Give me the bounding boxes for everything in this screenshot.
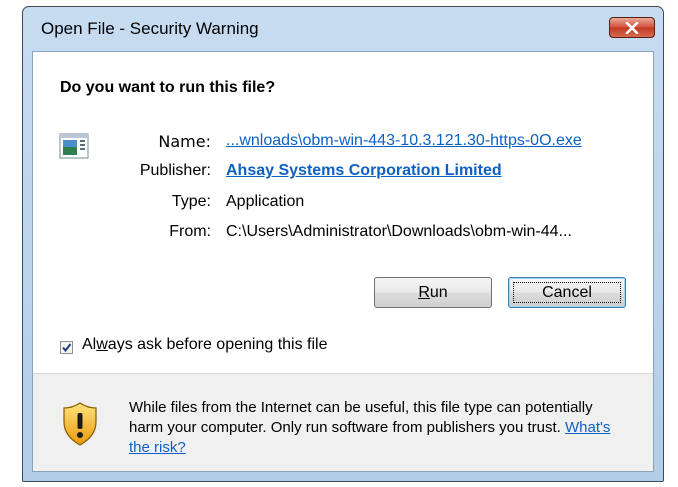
window-title: Open File - Security Warning: [41, 19, 259, 38]
close-icon: [625, 22, 639, 34]
from-value: C:\Users\Administrator\Downloads\obm-win…: [226, 223, 572, 240]
shield-warning-icon: [63, 402, 97, 446]
focus-ring: [513, 282, 621, 303]
title-bar[interactable]: Open File - Security Warning: [23, 7, 663, 51]
dialog-heading: Do you want to run this file?: [60, 79, 276, 96]
run-button-label-rest: un: [429, 284, 448, 301]
close-button[interactable]: [609, 17, 655, 38]
checkmark-icon: [62, 343, 72, 353]
dialog-body: Do you want to run this file? Name: ...w…: [32, 51, 654, 472]
always-ask-checkbox[interactable]: [60, 341, 73, 354]
publisher-label: Publisher:: [139, 162, 211, 179]
file-name-link[interactable]: ...wnloads\obm-win-443-10.3.121.30-https…: [226, 132, 582, 150]
type-label: Type:: [171, 193, 211, 210]
cancel-button[interactable]: Cancel: [508, 277, 626, 308]
run-button[interactable]: Run: [374, 277, 492, 308]
security-warning-dialog: Open File - Security Warning Do you want…: [22, 6, 664, 482]
type-value: Application: [226, 193, 305, 210]
from-label: From:: [169, 223, 211, 240]
warning-text: While files from the Internet can be use…: [129, 398, 629, 458]
warning-message: While files from the Internet can be use…: [129, 399, 593, 436]
warning-panel: While files from the Internet can be use…: [33, 374, 653, 471]
always-ask-label-accel: w: [96, 336, 108, 353]
name-label: Name:: [158, 132, 211, 151]
run-button-label-accel: R: [418, 284, 430, 301]
always-ask-label-rest: ays ask before opening this file: [107, 336, 328, 353]
publisher-link[interactable]: Ahsay Systems Corporation Limited: [226, 162, 502, 180]
always-ask-label[interactable]: Always ask before opening this file: [82, 336, 327, 354]
always-ask-label-prefix: Al: [82, 336, 97, 353]
